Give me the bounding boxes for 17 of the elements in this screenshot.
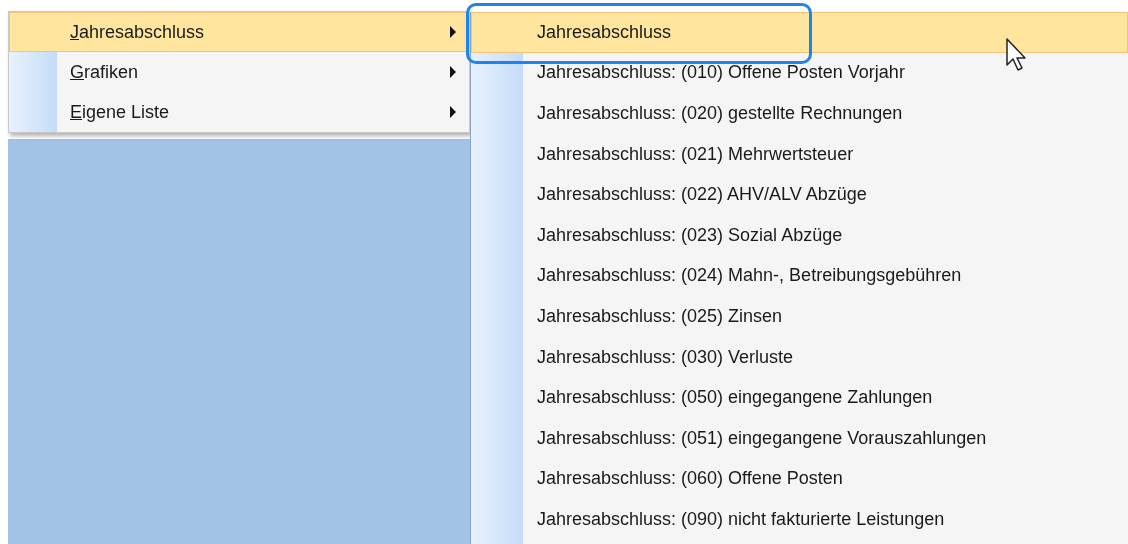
submenu-item[interactable]: Jahresabschluss: (022) AHV/ALV Abzüge — [471, 174, 1128, 215]
menu-item[interactable]: Grafiken — [9, 52, 469, 92]
menu-item[interactable]: Eigene Liste — [9, 92, 469, 132]
submenu-item[interactable]: Jahresabschluss: (020) gestellte Rechnungen — [471, 93, 1128, 134]
submenu-item[interactable]: Jahresabschluss: (050) eingegangene Zahlungen — [471, 377, 1128, 418]
submenu-item[interactable]: Jahresabschluss: (090) nicht fakturierte Leistungen — [471, 499, 1128, 540]
submenu-item[interactable]: Jahresabschluss: (024) Mahn-, Betreibungsgebühren — [471, 255, 1128, 297]
submenu-item[interactable]: Jahresabschluss: (051) eingegangene Vorauszahlungen — [471, 417, 1128, 459]
submenu-item[interactable]: Jahresabschluss: (060) Offene Posten — [471, 458, 1128, 500]
mouse-pointer-icon — [1005, 37, 1029, 73]
submenu-item[interactable]: Jahresabschluss — [471, 12, 1128, 53]
submenu-item[interactable]: Jahresabschluss: (023) Sozial Abzüge — [471, 214, 1128, 256]
submenu-item[interactable]: Jahresabschluss: (030) Verluste — [471, 336, 1128, 378]
submenu-item[interactable]: Jahresabschluss: (021) Mehrwertsteuer — [471, 133, 1128, 175]
submenu-item[interactable]: Jahresabschluss: (025) Zinsen — [471, 296, 1128, 337]
menu-item[interactable]: Jahresabschluss — [9, 12, 469, 52]
submenu-item[interactable]: Jahresabschluss: (010) Offene Posten Vorjahr — [471, 52, 1128, 94]
